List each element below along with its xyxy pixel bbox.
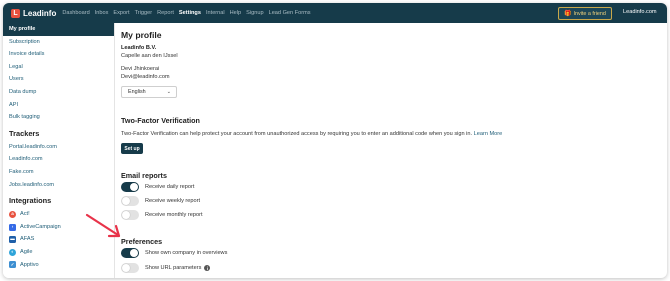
monthly-report-row: Receive monthly report [121, 210, 203, 220]
nav-internal[interactable]: Internal [206, 10, 225, 16]
sidebar-integration-apptivo[interactable]: ✓ Apptivo [3, 259, 114, 272]
integrations-heading: Integrations [9, 196, 52, 206]
invite-friend-label: Invite a friend [573, 10, 606, 17]
sidebar-item-bulk-tagging[interactable]: Bulk tagging [3, 111, 114, 124]
integration-label: Apptivo [20, 261, 39, 268]
act-logo-icon: a [9, 210, 16, 218]
weekly-report-row: Receive weekly report [121, 196, 200, 206]
integration-label: Agile [20, 248, 33, 255]
app-window: L Leadinfo Dashboard Inbox Export Trigge… [3, 3, 667, 278]
learn-more-link[interactable]: Learn More [474, 131, 503, 137]
apptivo-logo-icon: ✓ [9, 261, 16, 269]
toggle-knob [130, 249, 138, 257]
nav-inbox[interactable]: Inbox [95, 10, 109, 16]
gift-icon: 🎁 [564, 11, 572, 17]
language-select[interactable]: English ⌄ [121, 86, 177, 98]
daily-report-label: Receive daily report [145, 184, 195, 190]
sidebar-item-users[interactable]: Users [3, 73, 114, 86]
toggle-knob [122, 197, 130, 205]
own-company-label: Show own company in overviews [145, 250, 228, 256]
user-name: Devi Jhinkoerai [121, 66, 160, 72]
invite-friend-button[interactable]: 🎁 Invite a friend [558, 7, 612, 20]
daily-report-row: Receive daily report [121, 182, 194, 192]
monthly-report-label: Receive monthly report [145, 212, 203, 218]
account-domain[interactable]: Leadinfo.com [623, 9, 657, 15]
nav-trigger[interactable]: Trigger [135, 10, 153, 16]
sidebar-item-invoice-details[interactable]: Invoice details [3, 48, 114, 61]
info-icon[interactable]: i [204, 265, 211, 271]
nav-export[interactable]: Export [113, 10, 129, 16]
profile-content: My profile Leadinfo B.V. Capelle aan den… [121, 23, 661, 278]
sidebar-item-my-profile[interactable]: My profile [3, 23, 114, 36]
preferences-title: Preferences [121, 237, 163, 246]
chevron-down-icon: ⌄ [166, 89, 171, 95]
url-parameters-toggle[interactable] [121, 263, 139, 273]
sidebar-item-data-dump[interactable]: Data dump [3, 86, 114, 99]
weekly-report-toggle[interactable] [121, 196, 139, 206]
toggle-knob [122, 264, 130, 272]
sidebar-tracker-item[interactable]: Leadinfo.com [3, 153, 114, 166]
integration-label: Act! [20, 211, 30, 218]
nav-signup[interactable]: Signup [246, 10, 263, 16]
logo-text: Leadinfo [23, 8, 57, 18]
leadinfo-logo[interactable]: L Leadinfo [11, 8, 57, 18]
daily-report-toggle[interactable] [121, 182, 139, 192]
sidebar-tracker-item[interactable]: Jobs.leadinfo.com [3, 179, 114, 192]
top-navigation-bar: L Leadinfo Dashboard Inbox Export Trigge… [3, 3, 667, 23]
sidebar-integration-agile[interactable]: ◐ Agile [3, 246, 114, 259]
two-factor-description-text: Two-Factor Verification can help protect… [121, 131, 473, 137]
agile-logo-icon: ◐ [9, 248, 16, 256]
toggle-knob [130, 183, 138, 191]
setup-two-factor-button[interactable]: Set up [121, 143, 143, 154]
user-email: Devi@leadinfo.com [121, 74, 170, 80]
sidebar-item-subscription[interactable]: Subscription [3, 36, 114, 49]
company-city: Capelle aan den IJssel [121, 53, 178, 59]
nav-dashboard[interactable]: Dashboard [62, 10, 89, 16]
annotation-arrow-icon [85, 213, 121, 238]
integration-label: ActiveCampaign [20, 223, 61, 230]
nav-settings[interactable]: Settings [179, 10, 201, 16]
own-company-row: Show own company in overviews [121, 248, 227, 258]
nav-help[interactable]: Help [230, 10, 242, 16]
activecampaign-logo-icon: › [9, 223, 16, 231]
sidebar-tracker-item[interactable]: Fake.com [3, 166, 114, 179]
language-value: English [128, 89, 146, 95]
trackers-heading: Trackers [9, 128, 40, 138]
weekly-report-label: Receive weekly report [145, 198, 201, 204]
sidebar-item-legal[interactable]: Legal [3, 61, 114, 74]
page-title: My profile [121, 30, 162, 40]
url-parameters-label: Show URL parameters [145, 265, 202, 271]
sidebar-tracker-item[interactable]: Portal.leadinfo.com [3, 141, 114, 154]
integration-label: AFAS [20, 236, 35, 243]
own-company-toggle[interactable] [121, 248, 139, 258]
company-name: Leadinfo B.V. [121, 45, 157, 51]
nav-lead-gen-forms[interactable]: Lead Gen Forms [269, 10, 311, 16]
email-reports-title: Email reports [121, 171, 167, 180]
leadinfo-logo-icon: L [11, 8, 20, 18]
nav-report[interactable]: Report [157, 10, 174, 16]
two-factor-description: Two-Factor Verification can help protect… [121, 131, 502, 137]
sidebar-item-api[interactable]: API [3, 99, 114, 112]
url-parameters-row: Show URL parameters i [121, 263, 211, 273]
two-factor-title: Two-Factor Verification [121, 116, 200, 125]
afas-logo-icon: ▬ [9, 236, 16, 244]
